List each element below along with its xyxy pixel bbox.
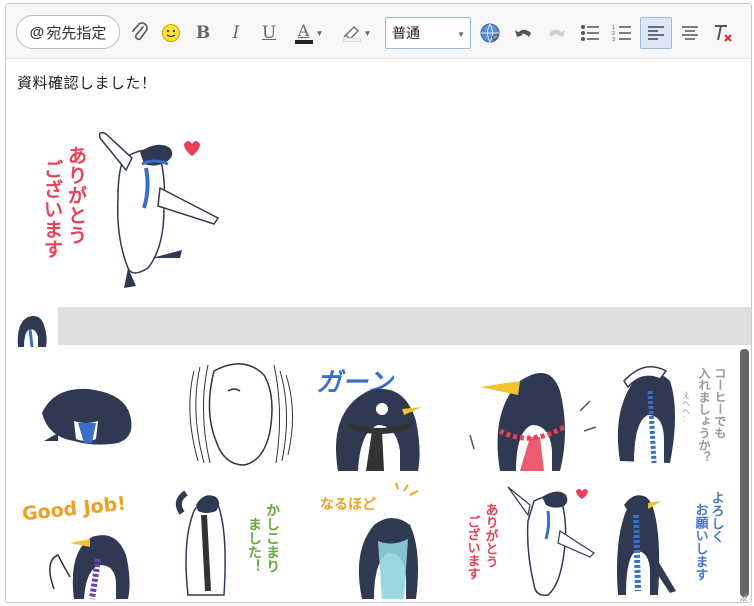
font-size-select[interactable]: 普通 ▼ <box>385 17 471 49</box>
font-size-value: 普通 <box>392 25 420 41</box>
chevron-down-icon: ▼ <box>315 28 324 38</box>
mention-label: 宛先指定 <box>46 24 107 42</box>
align-left-button[interactable] <box>640 17 672 49</box>
svg-text:3: 3 <box>612 37 615 42</box>
sticker-penguin-good-job[interactable]: Good Job! <box>14 481 158 601</box>
mention-button[interactable]: @ 宛先指定 <box>16 15 120 49</box>
sticker-history-strip <box>6 305 751 347</box>
penguin-naruhodo-image: なるほど <box>320 482 419 599</box>
svg-text:ございます: ございます <box>465 514 481 580</box>
clear-format-button[interactable] <box>709 18 737 48</box>
sticker-penguin-yoroshiku[interactable]: よろしく お願いします <box>604 481 748 601</box>
svg-text:コーヒーでも: コーヒーでも <box>713 367 727 439</box>
align-center-button[interactable] <box>676 18 704 48</box>
highlight-swatch <box>342 38 361 42</box>
svg-text:入れましょうか？: 入れましょうか？ <box>697 367 711 463</box>
at-sign: @ <box>29 23 45 41</box>
align-left-icon <box>648 26 664 40</box>
sticker-penguin-coffee[interactable]: コーヒーでも 入れましょうか？ えへへ... <box>604 351 748 471</box>
message-sticker-arigatou: ありがとう ございます <box>44 131 220 288</box>
svg-text:ありがとう: ありがとう <box>483 503 499 568</box>
redo-button[interactable] <box>543 18 569 48</box>
bold-button[interactable]: B <box>191 18 215 48</box>
attachment-button[interactable] <box>127 18 153 48</box>
link-globe-icon <box>480 23 500 43</box>
sticker-caption-line-1: ありがとう <box>68 145 87 247</box>
svg-text:ございます: ございます <box>44 158 63 261</box>
penguin-coffee-image: コーヒーでも 入れましょうか？ えへへ... <box>617 366 727 464</box>
sticker-penguin-arigatou[interactable]: ありがとう ございます <box>460 481 604 601</box>
font-color-swatch <box>294 39 313 44</box>
chevron-down-icon: ▼ <box>457 30 465 39</box>
font-color-label: A <box>297 20 310 40</box>
svg-text:かしこまり: かしこまり <box>264 503 280 573</box>
svg-text:ました！: ました！ <box>246 517 262 573</box>
attachment-icon <box>132 22 148 41</box>
highlighter-icon <box>343 26 359 38</box>
penguin-ganbaru-image: ガーン <box>316 368 422 471</box>
font-color-button[interactable]: A ▼ <box>290 18 328 48</box>
bullet-list-button[interactable] <box>576 18 604 48</box>
clear-format-icon <box>715 25 732 42</box>
sticker-caption: なるほど <box>320 497 376 513</box>
undo-icon <box>515 29 531 37</box>
link-button[interactable] <box>476 18 504 48</box>
sticker-caption: Good Job! <box>21 493 127 526</box>
sticker-picker: ガーン コーヒーでも 入れましょうか？ えへへ... Good Job! かしこ… <box>6 347 751 602</box>
sticker-sub: えへへ... <box>682 391 691 423</box>
penguin-shouting-image <box>469 373 597 471</box>
chevron-down-icon: ▼ <box>363 28 372 38</box>
sticker-penguin-ganbaru[interactable]: ガーン <box>312 351 456 471</box>
message-editor: @ 宛先指定 B I U A ▼ ▼ 普通 ▼ 1 2 3 資料確認しました！ … <box>5 3 752 603</box>
numbered-list-button[interactable]: 123 <box>608 18 636 48</box>
highlight-button[interactable]: ▼ <box>336 18 378 48</box>
sticker-penguin-kashikomari[interactable]: かしこまり ました！ <box>164 481 308 601</box>
redo-icon <box>549 29 565 37</box>
sticker-penguin-naruhodo[interactable]: なるほど <box>312 481 456 601</box>
sticker-penguin-bowing[interactable] <box>14 351 158 471</box>
sticker-penguin-shocked[interactable] <box>164 351 308 471</box>
align-center-icon <box>682 26 698 40</box>
message-text: 資料確認しました！ <box>17 75 157 92</box>
message-body[interactable]: 資料確認しました！ ありがとう ございます <box>6 60 751 305</box>
toolbar: @ 宛先指定 B I U A ▼ ▼ 普通 ▼ 1 2 3 <box>6 4 751 59</box>
undo-button[interactable] <box>511 18 537 48</box>
penguin-kashikomari-image: かしこまり ました！ <box>175 490 280 596</box>
penguin-bowing-image <box>42 388 132 445</box>
penguin-arigatou-image: ありがとう ございます <box>465 486 595 597</box>
sticker-tab-bar <box>58 307 751 345</box>
penguin-shocked-image <box>189 363 293 466</box>
svg-text:よろしく: よろしく <box>709 491 724 543</box>
emoji-icon <box>162 24 180 42</box>
numbered-list-icon: 123 <box>612 25 631 42</box>
underline-button[interactable]: U <box>257 18 281 48</box>
emoji-button[interactable] <box>157 18 185 48</box>
recent-sticker-thumb[interactable] <box>12 307 52 347</box>
sticker-penguin-shouting[interactable] <box>460 351 604 471</box>
penguin-good-job-image: Good Job! <box>21 493 130 600</box>
bullet-list-icon <box>581 25 599 41</box>
svg-text:お願いします: お願いします <box>693 503 709 581</box>
italic-button[interactable]: I <box>224 18 248 48</box>
penguin-yoroshiku-image: よろしく お願いします <box>617 491 724 595</box>
